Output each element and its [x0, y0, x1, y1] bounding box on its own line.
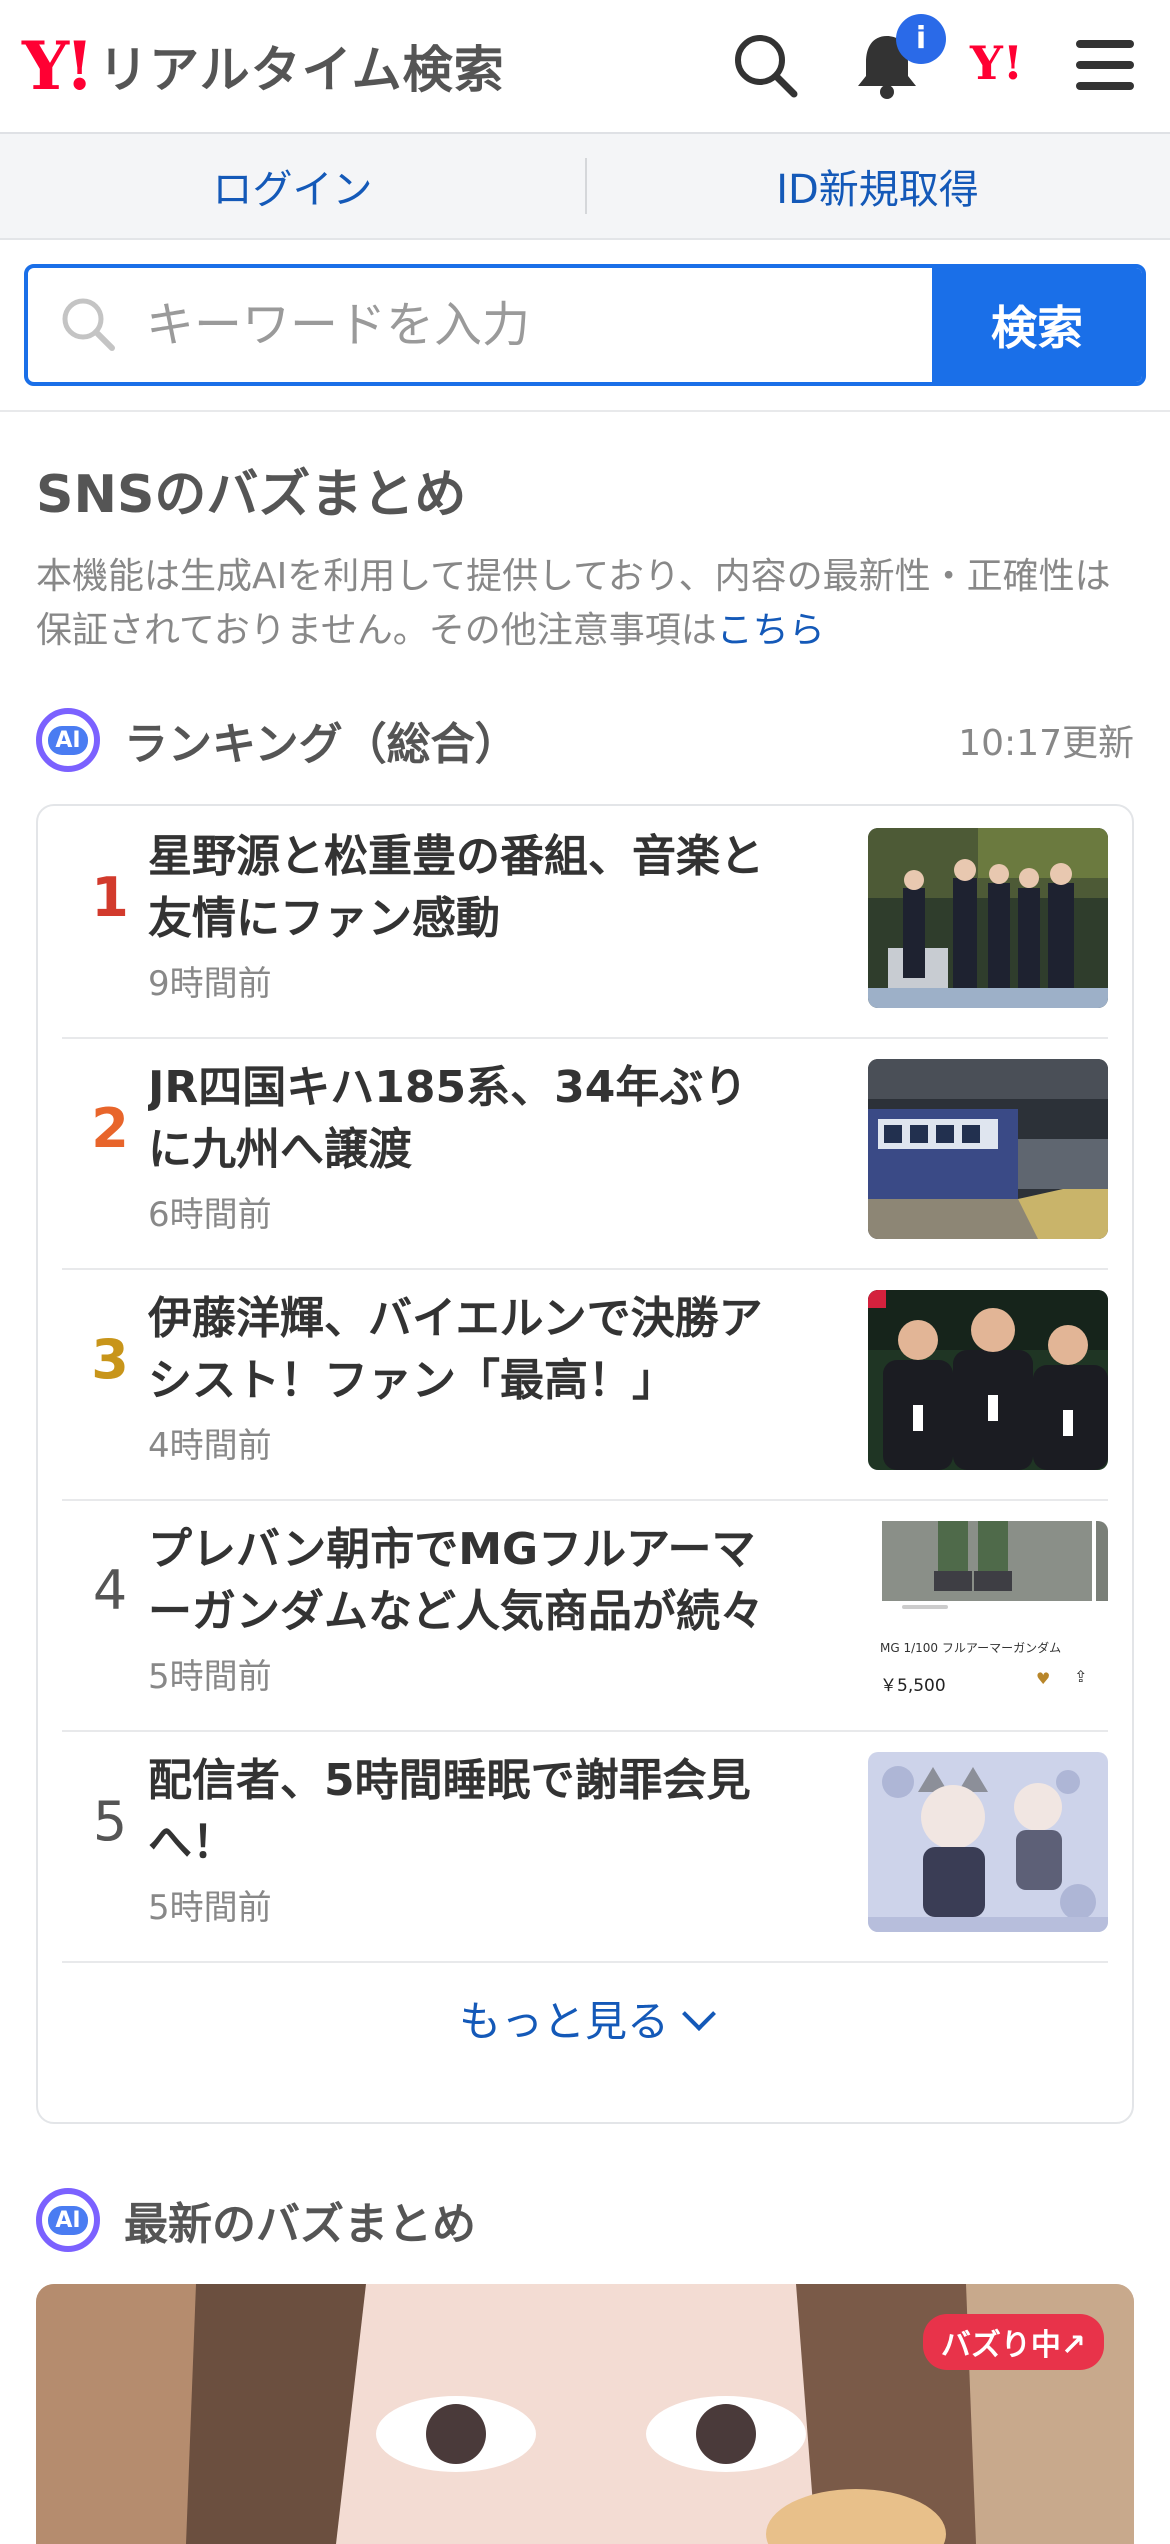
- ai-icon: AI: [36, 708, 100, 772]
- show-more-button[interactable]: もっと見る: [38, 1988, 1132, 2049]
- buzz-badge: バズり中↗: [922, 2314, 1104, 2370]
- login-link[interactable]: ログイン: [0, 134, 585, 238]
- section-divider: [0, 410, 1170, 412]
- thumbnail-image[interactable]: [868, 1290, 1108, 1470]
- rank-number: 4: [92, 1559, 128, 1622]
- search-box: 検索: [24, 264, 1146, 386]
- product-caption: MG 1/100 フルアーマーガンダム: [880, 1641, 1062, 1655]
- chevron-down-icon: [682, 1997, 716, 2031]
- app-header: Y! リアルタイム検索 i Y!: [0, 0, 1170, 134]
- logo-text: リアルタイム検索: [98, 41, 505, 99]
- search-input[interactable]: [28, 296, 932, 354]
- register-link[interactable]: ID新規取得: [585, 134, 1170, 238]
- ranking-item-title[interactable]: 配信者、5時間睡眠で謝罪会見へ！: [148, 1750, 788, 1874]
- product-photo: [882, 1521, 1108, 1609]
- ranking-item[interactable]: 1 星野源と松重豊の番組、音楽と友情にファン感動 9時間前: [62, 806, 1108, 1039]
- ranking-item-time: 9時間前: [148, 964, 272, 1004]
- ai-icon-label: AI: [48, 2205, 88, 2235]
- yahoo-top-icon[interactable]: Y!: [970, 36, 1023, 90]
- ranking-item-time: 5時間前: [148, 1657, 272, 1697]
- search-icon[interactable]: [730, 30, 800, 100]
- ranking-item[interactable]: 3 伊藤洋輝、バイエルンで決勝アシスト！ファン「最高！」 4時間前: [62, 1268, 1108, 1501]
- ranking-item-title[interactable]: プレバン朝市でMGフルアーマーガンダムなど人気商品が続々カ...: [148, 1519, 788, 1643]
- latest-header: AI 最新のバズまとめ: [36, 2180, 476, 2260]
- thumbnail-image[interactable]: MG 1/100 フルアーマーガンダム ￥5,500 ♥ ⇪: [868, 1521, 1108, 1701]
- updated-time: 10:17更新: [958, 723, 1134, 764]
- notification-badge: i: [896, 14, 946, 64]
- product-price: ￥5,500: [880, 1676, 946, 1696]
- heart-icon: ♥: [1036, 1669, 1051, 1688]
- ranking-header: AI ランキング（総合） 10:17更新: [36, 700, 1134, 780]
- ranking-item[interactable]: 5 配信者、5時間睡眠で謝罪会見へ！ 5時間前: [62, 1730, 1108, 1963]
- ranking-title: ランキング（総合）: [124, 719, 519, 770]
- yahoo-logo-mark: Y!: [22, 27, 94, 105]
- show-more-label: もっと見る: [458, 1997, 669, 2046]
- rank-number: 1: [91, 866, 129, 929]
- ranking-item[interactable]: 4 プレバン朝市でMGフルアーマーガンダムなど人気商品が続々カ... 5時間前 …: [62, 1499, 1108, 1732]
- section-title: SNSのバズまとめ: [36, 465, 467, 525]
- thumbnail-image[interactable]: [868, 828, 1108, 1008]
- disclaimer-link[interactable]: こちら: [717, 610, 825, 651]
- rank-number: 2: [91, 1097, 129, 1160]
- search-field: [28, 268, 932, 382]
- site-logo[interactable]: Y! リアルタイム検索: [22, 28, 505, 104]
- ai-icon-label: AI: [48, 725, 88, 755]
- ranking-item-title[interactable]: JR四国キハ185系、34年ぶりに九州へ譲渡: [148, 1057, 788, 1181]
- ai-icon: AI: [36, 2188, 100, 2252]
- ranking-item-time: 6時間前: [148, 1195, 272, 1235]
- menu-icon[interactable]: [1070, 30, 1140, 100]
- search-icon: [62, 298, 115, 351]
- ranking-item-time: 5時間前: [148, 1888, 272, 1928]
- disclaimer-text: 本機能は生成AIを利用して提供しており、内容の最新性・正確性は保証されておりませ…: [36, 556, 1111, 651]
- ranking-item-time: 4時間前: [148, 1426, 272, 1466]
- ranking-item-title[interactable]: 星野源と松重豊の番組、音楽と友情にファン感動: [148, 826, 788, 950]
- latest-buzz-card[interactable]: バズり中↗: [36, 2284, 1134, 2544]
- thumbnail-image[interactable]: [868, 1059, 1108, 1239]
- latest-title: 最新のバズまとめ: [124, 2199, 476, 2250]
- login-bar: ログイン ID新規取得: [0, 134, 1170, 240]
- ranking-item[interactable]: 2 JR四国キハ185系、34年ぶりに九州へ譲渡 6時間前: [62, 1037, 1108, 1270]
- login-divider: [585, 158, 587, 214]
- share-icon: ⇪: [1074, 1667, 1088, 1686]
- ranking-item-title[interactable]: 伊藤洋輝、バイエルンで決勝アシスト！ファン「最高！」: [148, 1288, 788, 1412]
- thumbnail-image[interactable]: [868, 1752, 1108, 1932]
- rank-number: 5: [92, 1790, 128, 1853]
- ai-disclaimer: 本機能は生成AIを利用して提供しており、内容の最新性・正確性は保証されておりませ…: [36, 550, 1136, 658]
- ranking-card: 1 星野源と松重豊の番組、音楽と友情にファン感動 9時間前 2 JR四国キハ18…: [36, 804, 1134, 2124]
- search-button[interactable]: 検索: [932, 268, 1142, 382]
- rank-number: 3: [91, 1328, 129, 1391]
